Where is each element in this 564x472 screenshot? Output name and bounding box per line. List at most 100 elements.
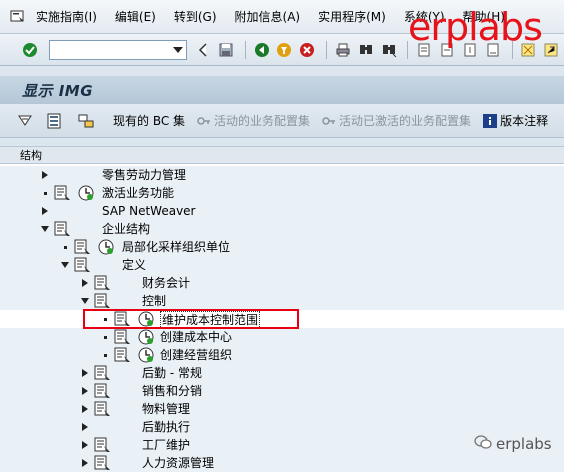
existing-bc-sets-button[interactable]: 现有的 BC 集 xyxy=(113,112,185,129)
tree-node-create-cost-center[interactable]: 创建成本中心 xyxy=(0,328,564,346)
tree-node-label: 销售和分销 xyxy=(142,384,203,398)
tree-node-label: 企业结构 xyxy=(102,222,151,236)
expand-arrow-icon[interactable] xyxy=(80,454,90,472)
command-dropdown-icon[interactable] xyxy=(172,44,184,56)
enter-checkmark-icon[interactable] xyxy=(20,40,40,60)
cancel-icon[interactable] xyxy=(297,40,317,60)
tree-node-label: 后勤 - 常规 xyxy=(142,366,202,380)
page-title: 显示 IMG xyxy=(22,81,94,100)
tree-node-definition[interactable]: 定义 xyxy=(0,256,564,274)
collapse-button[interactable] xyxy=(18,115,35,127)
execute-clock-icon[interactable] xyxy=(138,347,154,363)
menu-utilities[interactable]: 实用程序(M) xyxy=(318,8,386,25)
tree-node-materials-management[interactable]: 物料管理 xyxy=(0,400,564,418)
tree-node-retail-workforce-management[interactable]: 零售劳动力管理 xyxy=(0,166,564,184)
document-icon[interactable] xyxy=(94,455,112,471)
activated-bc-sets-label: 活动已激活的业务配置集 xyxy=(339,114,472,128)
find-next-icon[interactable] xyxy=(379,40,399,60)
active-bc-sets-button[interactable]: 活动的业务配置集 xyxy=(197,112,310,129)
tree-node-label: 创建经营组织 xyxy=(160,348,233,362)
execute-clock-icon[interactable] xyxy=(78,185,94,201)
document-icon[interactable] xyxy=(94,401,112,417)
document-icon[interactable] xyxy=(74,239,92,255)
expand-arrow-icon[interactable] xyxy=(80,418,90,436)
filter-triangle-icon xyxy=(18,115,32,127)
title-bar: 显示 IMG xyxy=(0,76,564,104)
document-icon[interactable] xyxy=(54,221,72,237)
menu-implementation-guide[interactable]: 实施指南(I) xyxy=(36,8,97,25)
documentation-button[interactable] xyxy=(47,113,66,129)
tree-node-label: 控制 xyxy=(142,294,167,308)
structure-button[interactable] xyxy=(78,113,97,129)
tree-node-localized-sample-org-units[interactable]: 局部化采样组织单位 xyxy=(0,238,564,256)
tree-node-label: 物料管理 xyxy=(142,402,191,416)
document-icon[interactable] xyxy=(94,293,112,309)
tree-node-label: 创建成本中心 xyxy=(160,330,233,344)
tree-column-header: 结构 xyxy=(0,146,564,164)
tree-node-activate-business-functions[interactable]: 激活业务功能 xyxy=(0,184,564,202)
activated-bc-sets-button[interactable]: 活动已激活的业务配置集 xyxy=(322,112,471,129)
footer-watermark: erplabs xyxy=(474,434,552,454)
highlight-annotation-box xyxy=(83,309,299,329)
existing-bc-sets-label: 现有的 BC 集 xyxy=(113,114,186,128)
tree-node-label: 后勤执行 xyxy=(142,420,191,434)
collapse-arrow-icon[interactable] xyxy=(80,292,90,310)
info-icon xyxy=(483,113,498,128)
expand-arrow-icon[interactable] xyxy=(80,274,90,292)
document-icon[interactable] xyxy=(94,275,112,291)
expand-arrow-icon[interactable] xyxy=(80,382,90,400)
command-field[interactable] xyxy=(48,39,188,60)
document-icon[interactable] xyxy=(94,383,112,399)
document-grid-icon xyxy=(47,113,63,129)
exit-icon[interactable] xyxy=(275,40,295,60)
print-icon[interactable] xyxy=(333,40,353,60)
expand-arrow-icon[interactable] xyxy=(80,436,90,454)
document-icon[interactable] xyxy=(114,329,132,345)
menu-extras[interactable]: 附加信息(A) xyxy=(235,8,301,25)
tree-node-enterprise-structure[interactable]: 企业结构 xyxy=(0,220,564,238)
collapse-arrow-icon[interactable] xyxy=(60,256,70,274)
tree-node-label: 财务会计 xyxy=(142,276,191,290)
menu-goto[interactable]: 转到(G) xyxy=(174,8,217,25)
expand-arrow-icon[interactable] xyxy=(40,166,50,184)
release-notes-label: 版本注释 xyxy=(500,114,549,128)
document-icon[interactable] xyxy=(94,365,112,381)
system-menu-icon[interactable] xyxy=(8,8,28,26)
toolbar-separator xyxy=(244,40,246,59)
wechat-logo-icon xyxy=(474,434,492,454)
back-icon[interactable] xyxy=(252,40,272,60)
expand-arrow-icon[interactable] xyxy=(40,202,50,220)
execute-clock-icon[interactable] xyxy=(138,329,154,345)
tree-node-sap-netweaver[interactable]: SAP NetWeaver xyxy=(0,202,564,220)
menu-edit[interactable]: 编辑(E) xyxy=(115,8,156,25)
tree-node-label: 人力资源管理 xyxy=(142,456,215,470)
release-notes-button[interactable]: 版本注释 xyxy=(483,112,548,129)
tree-node-sales-distribution[interactable]: 销售和分销 xyxy=(0,382,564,400)
expand-arrow-icon[interactable] xyxy=(80,400,90,418)
tree-node-label: 激活业务功能 xyxy=(102,186,175,200)
toolbar-gap xyxy=(0,66,564,76)
execute-clock-icon[interactable] xyxy=(98,239,114,255)
tree-node-controlling[interactable]: 控制 xyxy=(0,292,564,310)
tree-node-financial-accounting[interactable]: 财务会计 xyxy=(0,274,564,292)
collapse-arrow-icon[interactable] xyxy=(40,220,50,238)
tree-node-logistics-general[interactable]: 后勤 - 常规 xyxy=(0,364,564,382)
find-icon[interactable] xyxy=(356,40,376,60)
expand-arrow-icon[interactable] xyxy=(80,364,90,382)
document-icon[interactable] xyxy=(54,185,72,201)
tree-node-personnel-management[interactable]: 人力资源管理 xyxy=(0,454,564,472)
save-icon[interactable] xyxy=(216,40,236,60)
document-icon[interactable] xyxy=(114,347,132,363)
toolbar-separator xyxy=(326,40,328,59)
footer-watermark-text: erplabs xyxy=(496,435,552,453)
leaf-bullet-icon xyxy=(100,328,110,346)
tree-node-label: 零售劳动力管理 xyxy=(102,168,187,182)
tree-node-create-operating-concern[interactable]: 创建经营组织 xyxy=(0,346,564,364)
shortcut-icon[interactable] xyxy=(541,40,561,60)
back-arrow-icon[interactable] xyxy=(193,40,213,60)
leaf-bullet-icon xyxy=(40,184,50,202)
leaf-bullet-icon xyxy=(60,238,70,256)
document-icon[interactable] xyxy=(94,437,112,453)
document-icon[interactable] xyxy=(74,257,92,273)
img-structure-tree: 零售劳动力管理 激活业务功能 SAP NetWeaver 企业结构 局部化采样组… xyxy=(0,164,564,472)
